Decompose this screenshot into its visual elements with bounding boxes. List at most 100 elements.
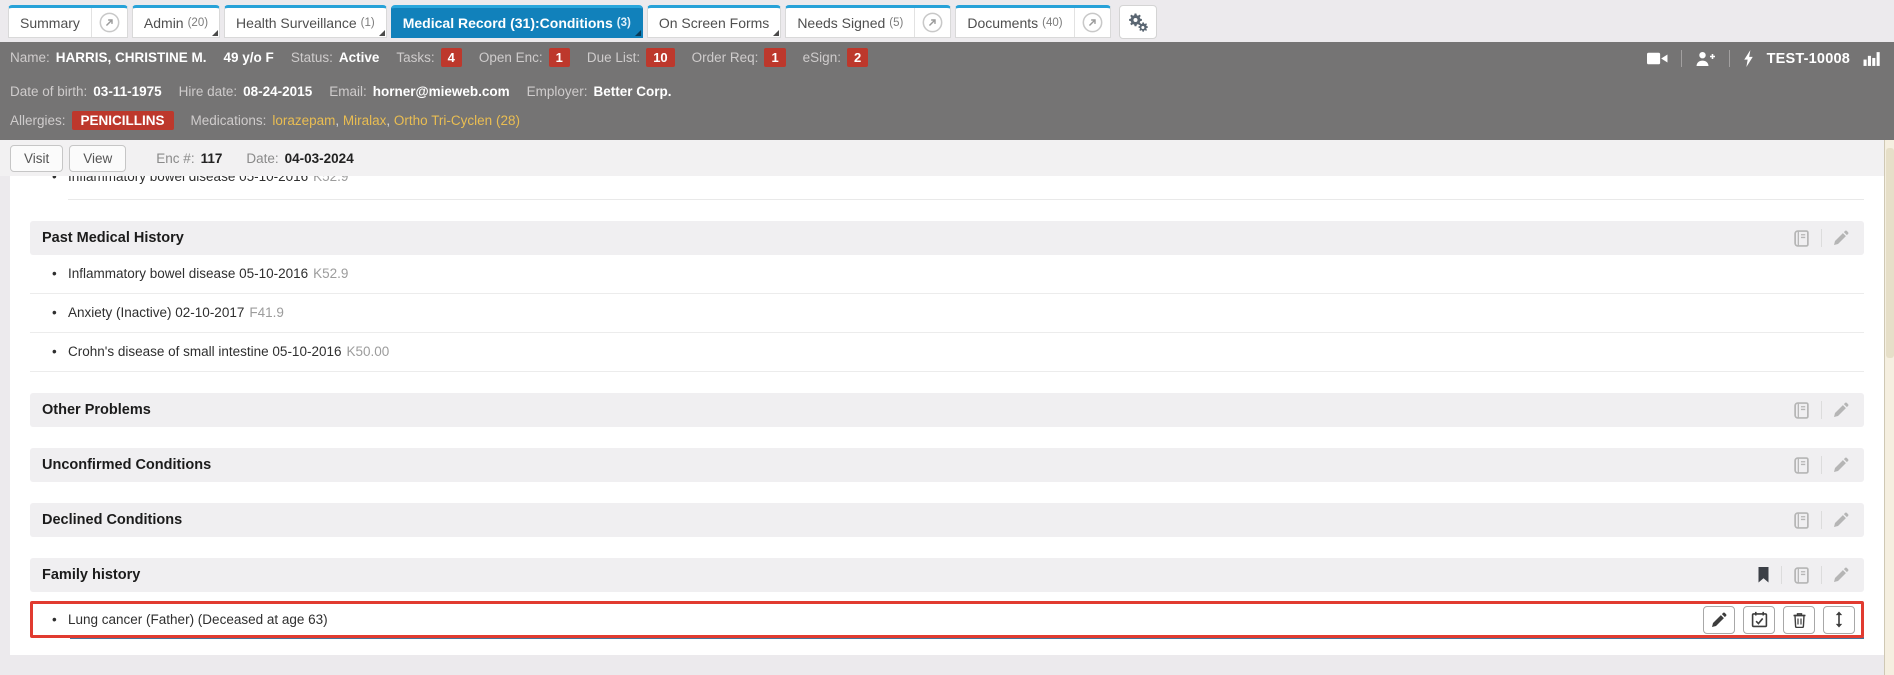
- due-list-label: Due List:: [587, 50, 640, 65]
- patient-header: Name:HARRIS, CHRISTINE M. 49 y/o F Statu…: [0, 42, 1894, 140]
- date-label: Date:: [246, 151, 278, 166]
- visit-button[interactable]: Visit: [10, 145, 63, 172]
- tab-needs-signed[interactable]: Needs Signed(5): [785, 5, 951, 38]
- employer-label: Employer:: [527, 84, 588, 99]
- popout-icon[interactable]: [91, 8, 127, 37]
- bullet: •: [52, 266, 57, 281]
- tab-label-text: Summary: [20, 15, 80, 31]
- highlighted-list-item[interactable]: •Lung cancer (Father) (Deceased at age 6…: [30, 601, 1864, 638]
- tab-label-text: Admin: [144, 15, 184, 31]
- medication-link-miralax[interactable]: Miralax: [343, 113, 387, 128]
- patient-name: HARRIS, CHRISTINE M.: [56, 50, 207, 65]
- settings-button[interactable]: [1119, 5, 1157, 39]
- add-user-icon[interactable]: [1695, 51, 1716, 67]
- icd-code: K52.9: [313, 176, 348, 184]
- notes-icon[interactable]: [1782, 567, 1821, 584]
- section-title: Family history: [42, 567, 1746, 583]
- edit-section-icon[interactable]: [1822, 402, 1860, 418]
- edit-section-icon[interactable]: [1822, 457, 1860, 473]
- patient-summary-row: Name:HARRIS, CHRISTINE M. 49 y/o F Statu…: [10, 48, 885, 67]
- section-header-other-problems: Other Problems: [30, 393, 1864, 427]
- tasks-count-badge[interactable]: 4: [441, 48, 462, 67]
- allergy-badge[interactable]: PENICILLINS: [72, 111, 174, 130]
- icd-code: F41.9: [249, 305, 284, 320]
- open-enc-count-badge[interactable]: 1: [549, 48, 570, 67]
- icd-code: K52.9: [313, 266, 348, 281]
- edit-section-icon[interactable]: [1822, 512, 1860, 528]
- list-item-text: •Lung cancer (Father) (Deceased at age 6…: [33, 612, 328, 627]
- tab-label: On Screen Forms: [648, 8, 780, 37]
- esign-label: eSign:: [803, 50, 841, 65]
- tab-label-text: Documents: [967, 15, 1038, 31]
- enc-number: 117: [201, 151, 223, 166]
- medication-link-lorazepam[interactable]: lorazepam: [272, 113, 335, 128]
- tab-count: (3): [617, 17, 631, 29]
- tab-admin[interactable]: Admin(20): [132, 5, 220, 38]
- notes-icon[interactable]: [1782, 402, 1821, 419]
- view-button[interactable]: View: [69, 145, 126, 172]
- scrollbar-thumb[interactable]: [1886, 148, 1894, 358]
- notes-icon[interactable]: [1782, 457, 1821, 474]
- email-value: horner@mieweb.com: [373, 84, 510, 99]
- tab-label: Documents(40): [956, 8, 1073, 37]
- schedule-button[interactable]: [1743, 606, 1775, 634]
- notes-icon[interactable]: [1782, 230, 1821, 247]
- notes-icon[interactable]: [1782, 512, 1821, 529]
- popout-icon[interactable]: [1074, 8, 1110, 37]
- tab-bar: Summary Admin(20)Health Surveillance(1)Me…: [0, 0, 1894, 42]
- status-value: Active: [339, 50, 380, 65]
- conditions-panel: • Inflammatory bowel disease 05-10-2016 K5…: [10, 176, 1884, 655]
- medication-separator: ,: [386, 113, 394, 128]
- section-header-family-history: Family history: [30, 558, 1864, 592]
- patient-demographics-row: Date of birth:03-11-1975 Hire date:08-24…: [10, 84, 688, 99]
- bullet: •: [52, 176, 57, 184]
- medication-link-ortho-tri-cyclen-28[interactable]: Ortho Tri-Cyclen (28): [394, 113, 520, 128]
- open-enc-label: Open Enc:: [479, 50, 543, 65]
- section-title: Declined Conditions: [42, 512, 1782, 528]
- tab-label-text: On Screen Forms: [659, 15, 769, 31]
- tab-label: Admin(20): [133, 8, 219, 37]
- section-title: Unconfirmed Conditions: [42, 457, 1782, 473]
- medication-separator: ,: [335, 113, 343, 128]
- edit-section-icon[interactable]: [1822, 567, 1860, 583]
- list-item[interactable]: •Inflammatory bowel disease 05-10-2016K5…: [30, 255, 1864, 294]
- order-req-count-badge[interactable]: 1: [764, 48, 785, 67]
- dob-label: Date of birth:: [10, 84, 87, 99]
- chart-stats-icon[interactable]: [1863, 51, 1880, 66]
- section-header-icons: [1746, 566, 1860, 584]
- gears-icon: [1127, 13, 1148, 32]
- reorder-button[interactable]: [1823, 606, 1855, 634]
- tab-health-surveillance[interactable]: Health Surveillance(1): [224, 5, 387, 38]
- popout-icon[interactable]: [914, 8, 950, 37]
- condition-sections: Past Medical History •Inflammatory bowel …: [30, 221, 1864, 639]
- tab-label-text: Needs Signed: [797, 15, 885, 31]
- list-item[interactable]: •Crohn's disease of small intestine 05-1…: [30, 333, 1864, 372]
- tab-documents[interactable]: Documents(40): [955, 5, 1110, 38]
- email-label: Email:: [329, 84, 367, 99]
- section-header-icons: [1782, 401, 1860, 419]
- patient-header-actions: TEST-10008: [1647, 50, 1880, 67]
- delete-button[interactable]: [1783, 606, 1815, 634]
- esign-count-badge[interactable]: 2: [847, 48, 868, 67]
- bullet: •: [52, 612, 57, 627]
- tab-label: Health Surveillance(1): [225, 8, 386, 37]
- section-header-icons: [1782, 511, 1860, 529]
- edit-section-icon[interactable]: [1822, 230, 1860, 246]
- allergies-label: Allergies:: [10, 113, 66, 128]
- tab-label: Summary: [9, 8, 91, 37]
- list-item-text: Inflammatory bowel disease 05-10-2016: [68, 176, 308, 184]
- tab-summary[interactable]: Summary: [8, 5, 128, 38]
- list-item[interactable]: •Anxiety (Inactive) 02-10-2017F41.9: [30, 294, 1864, 333]
- scrollbar[interactable]: [1884, 140, 1894, 675]
- medications-list: lorazepam, Miralax, Ortho Tri-Cyclen (28…: [272, 113, 520, 128]
- edit-button[interactable]: [1703, 606, 1735, 634]
- section-title: Past Medical History: [42, 230, 1782, 246]
- bolt-icon[interactable]: [1743, 50, 1754, 67]
- section-header-unconfirmed-conditions: Unconfirmed Conditions: [30, 448, 1864, 482]
- due-list-count-badge[interactable]: 10: [646, 48, 674, 67]
- tab-on-screen-forms[interactable]: On Screen Forms: [647, 5, 781, 38]
- tab-medical-record-31-conditions[interactable]: Medical Record (31):Conditions(3): [391, 5, 643, 38]
- video-call-icon[interactable]: [1647, 51, 1668, 66]
- order-req-label: Order Req:: [692, 50, 759, 65]
- bookmark-icon[interactable]: [1746, 567, 1781, 583]
